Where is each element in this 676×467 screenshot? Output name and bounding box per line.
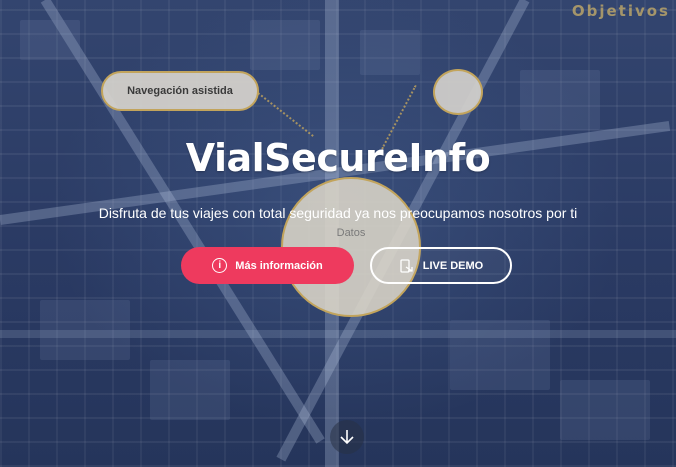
- map-block: [40, 300, 130, 360]
- info-icon: i: [212, 258, 228, 273]
- nav-assist-pill: Navegación asistida: [101, 71, 259, 111]
- map-block: [450, 320, 550, 390]
- datos-label: Datos: [336, 227, 366, 239]
- hero-title: VialSecureInfo: [185, 136, 491, 180]
- live-demo-button[interactable]: LIVE DEMO: [370, 247, 512, 284]
- hero-subtitle: Disfruta de tus viajes con total segurid…: [98, 205, 578, 221]
- map-block: [250, 20, 320, 70]
- map-block: [20, 20, 80, 60]
- map-block: [520, 70, 600, 130]
- more-info-label: Más información: [235, 259, 323, 272]
- objetivos-label: Objetivos: [571, 2, 670, 20]
- arrow-down-icon: [340, 430, 354, 445]
- map-block: [150, 360, 230, 420]
- more-info-button[interactable]: i Más información: [181, 247, 354, 284]
- map-block: [560, 380, 650, 440]
- feature-circle-small: [433, 69, 483, 115]
- nav-assist-label: Navegación asistida: [127, 85, 233, 97]
- map-block: [360, 30, 420, 75]
- demo-icon: [400, 258, 413, 273]
- scroll-down-button[interactable]: [330, 420, 364, 454]
- live-demo-label: LIVE DEMO: [422, 259, 484, 272]
